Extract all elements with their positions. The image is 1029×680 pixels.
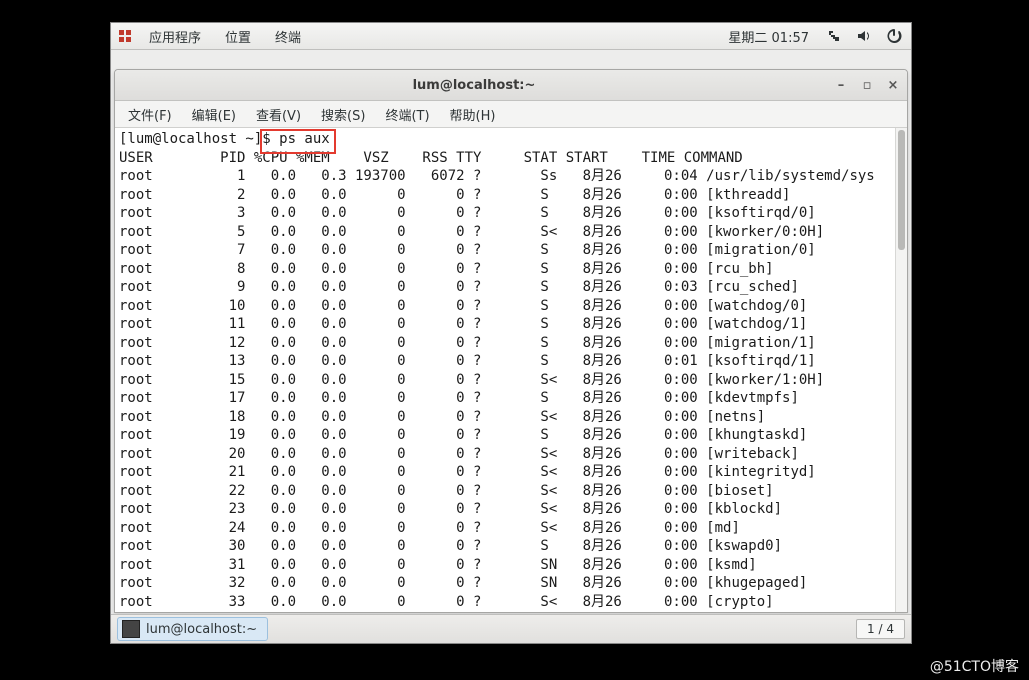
menu-search[interactable]: 搜索(S) bbox=[312, 102, 374, 127]
gnome-top-bar: 应用程序 位置 终端 星期二 01:57 bbox=[111, 23, 911, 50]
terminal-app-icon bbox=[122, 620, 140, 638]
scrollbar-thumb[interactable] bbox=[898, 130, 905, 250]
network-icon[interactable] bbox=[826, 28, 842, 44]
activities-icon[interactable] bbox=[117, 28, 133, 44]
minimize-button[interactable]: – bbox=[833, 77, 849, 93]
terminal-menu[interactable]: 终端 bbox=[267, 25, 309, 48]
menu-edit[interactable]: 编辑(E) bbox=[183, 102, 245, 127]
terminal-body[interactable]: [lum@localhost ~]$ ps aux USER PID %CPU … bbox=[115, 128, 907, 612]
close-button[interactable]: × bbox=[885, 77, 901, 93]
bottom-taskbar: lum@localhost:~ 1 / 4 bbox=[111, 614, 911, 643]
watermark-text: @51CTO博客 bbox=[930, 656, 1019, 676]
menu-view[interactable]: 查看(V) bbox=[247, 102, 310, 127]
maximize-button[interactable]: ▫ bbox=[859, 77, 875, 93]
menu-help[interactable]: 帮助(H) bbox=[441, 102, 505, 127]
terminal-scrollbar[interactable] bbox=[895, 128, 907, 612]
places-menu[interactable]: 位置 bbox=[217, 25, 259, 48]
terminal-window: lum@localhost:~ – ▫ × 文件(F) 编辑(E) 查看(V) … bbox=[114, 69, 908, 613]
task-label: lum@localhost:~ bbox=[146, 622, 257, 637]
window-titlebar[interactable]: lum@localhost:~ – ▫ × bbox=[115, 70, 907, 101]
volume-icon[interactable] bbox=[856, 28, 872, 44]
terminal-menubar: 文件(F) 编辑(E) 查看(V) 搜索(S) 终端(T) 帮助(H) bbox=[115, 101, 907, 128]
menu-file[interactable]: 文件(F) bbox=[119, 102, 181, 127]
menu-terminal[interactable]: 终端(T) bbox=[376, 102, 438, 127]
desktop-screen: 应用程序 位置 终端 星期二 01:57 lum@localhost:~ – ▫… bbox=[110, 22, 912, 644]
window-title: lum@localhost:~ bbox=[115, 78, 833, 93]
workspace-indicator[interactable]: 1 / 4 bbox=[856, 619, 905, 639]
clock-label[interactable]: 星期二 01:57 bbox=[722, 27, 815, 46]
terminal-output[interactable]: [lum@localhost ~]$ ps aux USER PID %CPU … bbox=[115, 128, 907, 612]
applications-menu[interactable]: 应用程序 bbox=[141, 25, 209, 48]
power-icon[interactable] bbox=[886, 28, 902, 44]
task-button-terminal[interactable]: lum@localhost:~ bbox=[117, 617, 268, 641]
